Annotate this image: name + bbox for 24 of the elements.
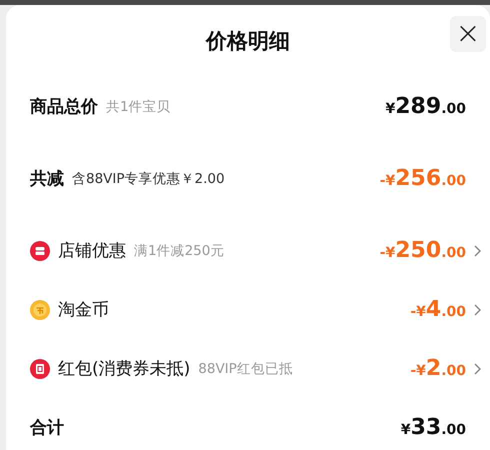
row-note: 含88VIP专享优惠￥2.00	[72, 170, 225, 188]
price: -¥4.00	[410, 297, 466, 322]
row-label: 商品总价	[30, 96, 98, 118]
price: -¥250.00	[380, 238, 466, 263]
price: -¥2.00	[410, 356, 466, 381]
row-label: 共减	[30, 168, 64, 190]
price: ¥33.00	[400, 415, 466, 440]
row-label: 合计	[30, 417, 64, 439]
sheet-title: 价格明细	[206, 28, 290, 55]
shop-icon	[30, 240, 50, 260]
chevron-icon[interactable]	[472, 362, 482, 376]
row-note: 共1件宝贝	[106, 98, 171, 116]
close-button[interactable]: ×	[450, 16, 486, 52]
row-label: 店铺优惠	[58, 240, 126, 262]
row-label: 红包(消费券未抵)	[58, 358, 190, 380]
coin-icon	[30, 300, 50, 320]
chevron-icon[interactable]	[472, 244, 482, 258]
price: ¥289.00	[386, 94, 466, 119]
chevron-icon[interactable]	[472, 302, 482, 316]
row-note: 88VIP红包已抵	[198, 360, 293, 378]
row-label: 淘金币	[58, 299, 109, 321]
envelope-icon	[30, 358, 50, 378]
row-note: 满1件减250元	[134, 242, 224, 260]
price: -¥256.00	[380, 166, 466, 191]
